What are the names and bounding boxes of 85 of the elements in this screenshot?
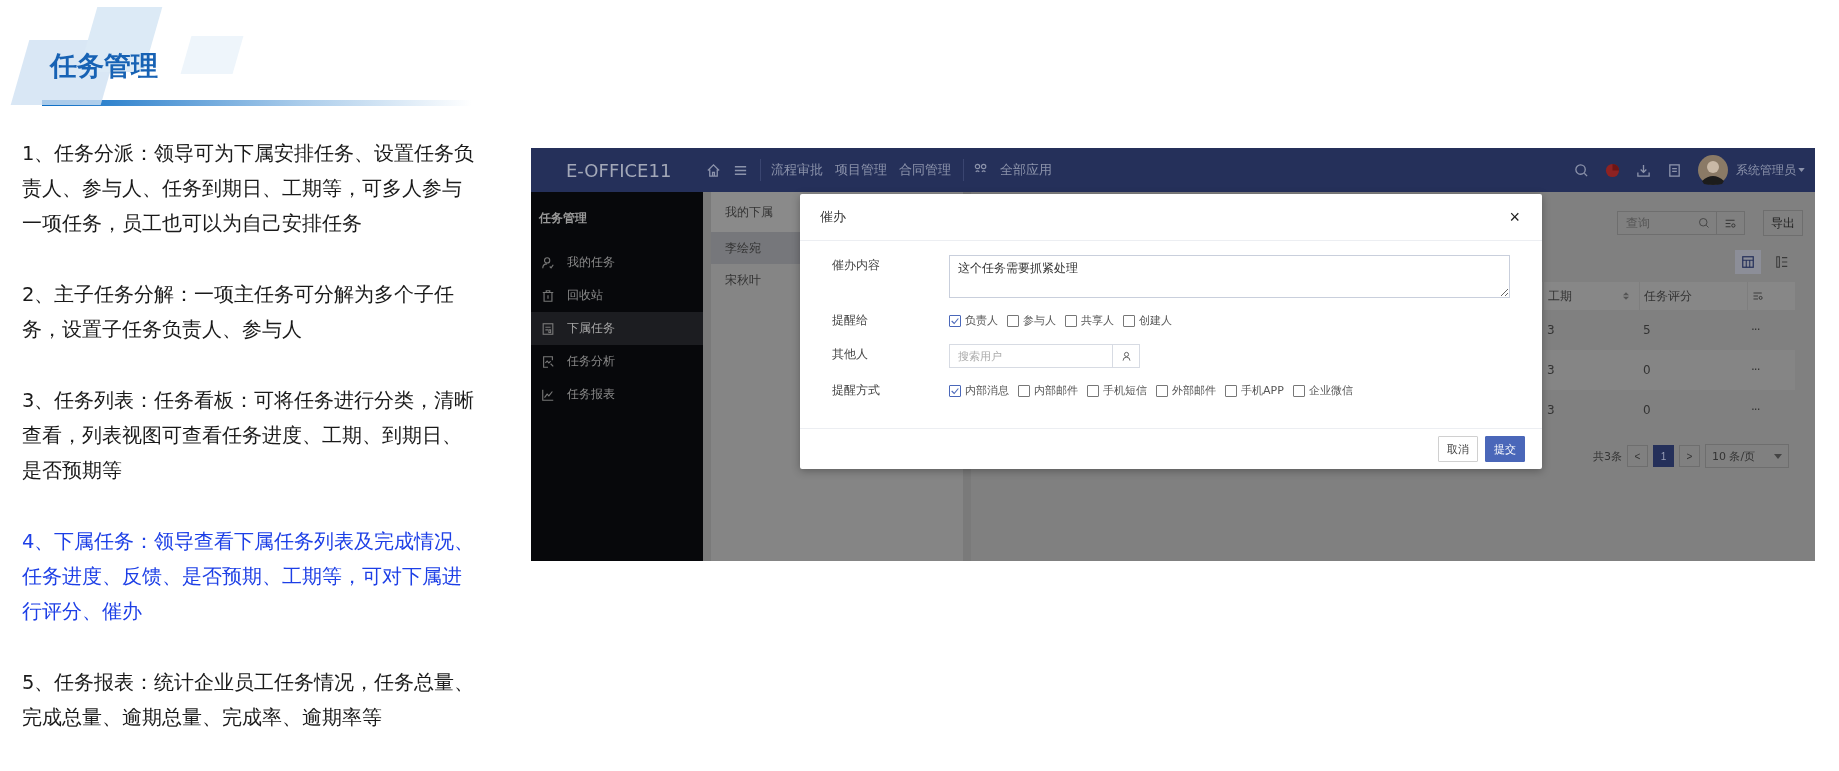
sidebar-item[interactable]: 任务报表 bbox=[531, 378, 703, 411]
analysis-icon bbox=[541, 354, 555, 369]
close-button[interactable]: × bbox=[1507, 208, 1522, 226]
search-icon[interactable] bbox=[1574, 162, 1589, 178]
checkbox-label: 手机APP bbox=[1241, 383, 1284, 398]
caret-icon bbox=[1798, 168, 1805, 172]
more-actions-button[interactable]: ··· bbox=[1747, 323, 1760, 337]
checkbox-label: 内部邮件 bbox=[1034, 383, 1078, 398]
table-view-icon bbox=[1741, 255, 1755, 269]
feature-paragraph: 2、主子任务分解：一项主任务可分解为多个子任务，设置子任务负责人、参与人 bbox=[22, 282, 456, 343]
field-label: 催办内容 bbox=[832, 257, 881, 273]
table-cell-text: 5 bbox=[1642, 323, 1651, 337]
more-actions-button[interactable]: ··· bbox=[1747, 403, 1760, 417]
checkbox-label: 外部邮件 bbox=[1172, 383, 1216, 398]
checkbox[interactable] bbox=[1123, 314, 1135, 327]
feature-paragraph: 3、任务列表：任务看板：可将任务进行分类，清晰查看，列表视图可查看任务进度、工期、到期日、是否预期等 bbox=[22, 388, 476, 484]
checkbox-label: 负责人 bbox=[965, 313, 998, 328]
checkbox[interactable] bbox=[1225, 384, 1237, 397]
table-view-button[interactable] bbox=[1735, 250, 1761, 274]
field-label: 提醒方式 bbox=[832, 382, 881, 398]
feature-paragraph: 5、任务报表：统计企业员工任务情况，任务总量、完成总量、逾期总量、完成率、逾期率等 bbox=[22, 670, 476, 731]
sidebar-item[interactable]: 任务分析 bbox=[531, 345, 703, 378]
sidebar-item[interactable]: 我的任务 bbox=[531, 246, 703, 279]
checkbox[interactable] bbox=[949, 314, 961, 327]
column-header: 任务评分 bbox=[1644, 287, 1692, 305]
filter-button[interactable] bbox=[1717, 211, 1745, 235]
checkbox-label: 手机短信 bbox=[1103, 383, 1147, 398]
download-icon[interactable] bbox=[1636, 162, 1651, 178]
user-icon bbox=[1120, 350, 1132, 362]
list-view-icon bbox=[1775, 255, 1789, 269]
next-page-button[interactable]: > bbox=[1679, 445, 1700, 467]
home-icon[interactable] bbox=[706, 162, 721, 178]
checkbox-label: 共享人 bbox=[1081, 313, 1114, 328]
checkbox-label: 参与人 bbox=[1023, 313, 1056, 328]
field-label: 其他人 bbox=[832, 346, 869, 362]
table-cell-text: 3 bbox=[1546, 323, 1555, 337]
user-search-field[interactable]: 搜索用户 bbox=[949, 344, 1112, 368]
field-label: 提醒给 bbox=[832, 312, 869, 328]
table-cell-text: 3 bbox=[1546, 363, 1555, 377]
checkbox-label: 创建人 bbox=[1139, 313, 1172, 328]
user-picker-button[interactable] bbox=[1112, 344, 1140, 368]
feature-paragraph: 4、下属任务：领导查看下属任务列表及完成情况、任务进度、反馈、是否预期、工期等，可对下属进行评分、催办 bbox=[22, 529, 476, 625]
checkbox-label: 企业微信 bbox=[1308, 383, 1353, 398]
trash-icon bbox=[541, 288, 555, 303]
sidebar-item[interactable]: 下属任务 bbox=[531, 312, 703, 345]
checkbox-label: 内部消息 bbox=[965, 383, 1009, 398]
export-button[interactable]: 导出 bbox=[1763, 210, 1803, 236]
checkbox[interactable] bbox=[1156, 384, 1168, 397]
reminder-text-area[interactable]: 这个任务需要抓紧处理 bbox=[949, 255, 1510, 298]
table-cell-text: 3 bbox=[1546, 403, 1555, 417]
section-title: 任务管理 bbox=[50, 49, 158, 83]
column-settings-icon[interactable] bbox=[1752, 290, 1764, 302]
more-actions-button[interactable]: ··· bbox=[1747, 363, 1760, 377]
nav-link[interactable]: 流程审批 bbox=[771, 161, 823, 179]
column-header: 工期 bbox=[1548, 287, 1572, 305]
feature-paragraph: 1、任务分派：领导可为下属安排任务、设置任务负责人、参与人、任务到期日、工期等，可多人参与一项任务，员工也可以为自己安排任务 bbox=[22, 141, 476, 237]
previous-page-button[interactable]: < bbox=[1627, 445, 1648, 467]
page-button[interactable]: 1 bbox=[1653, 445, 1674, 467]
nav-link[interactable]: 全部应用 bbox=[1000, 161, 1052, 179]
table-cell-text: 0 bbox=[1642, 403, 1651, 417]
nav-link[interactable]: 合同管理 bbox=[899, 161, 951, 179]
cancel-button[interactable]: 取消 bbox=[1438, 436, 1478, 462]
document-icon bbox=[541, 321, 555, 336]
dialog-title: 催办 bbox=[820, 208, 846, 226]
page-size-select[interactable]: 10 条/页 bbox=[1705, 444, 1789, 468]
checkbox[interactable] bbox=[1018, 384, 1030, 397]
checkbox[interactable] bbox=[1292, 384, 1305, 397]
document-icon[interactable] bbox=[1667, 162, 1682, 178]
line-chart-icon bbox=[541, 387, 555, 402]
search-icon bbox=[1698, 217, 1710, 229]
caret-icon bbox=[1774, 453, 1782, 459]
checkbox[interactable] bbox=[949, 384, 961, 397]
nav-link[interactable]: 项目管理 bbox=[835, 161, 887, 179]
app-logo: E-OFFICE11 bbox=[566, 159, 673, 181]
user-icon bbox=[541, 255, 555, 270]
sidebar-item[interactable]: 回收站 bbox=[531, 279, 703, 312]
avatar-icon[interactable] bbox=[1698, 155, 1728, 185]
user-name[interactable]: 系统管理员 bbox=[1736, 161, 1796, 179]
checkbox[interactable] bbox=[1065, 314, 1077, 327]
submit-button[interactable]: 提交 bbox=[1485, 436, 1525, 462]
checkbox[interactable] bbox=[1087, 384, 1099, 397]
total-count: 共3条 bbox=[1593, 448, 1622, 464]
table-cell-text: 0 bbox=[1642, 363, 1651, 377]
checkbox[interactable] bbox=[1007, 314, 1019, 327]
sidebar-title: 任务管理 bbox=[538, 210, 588, 227]
